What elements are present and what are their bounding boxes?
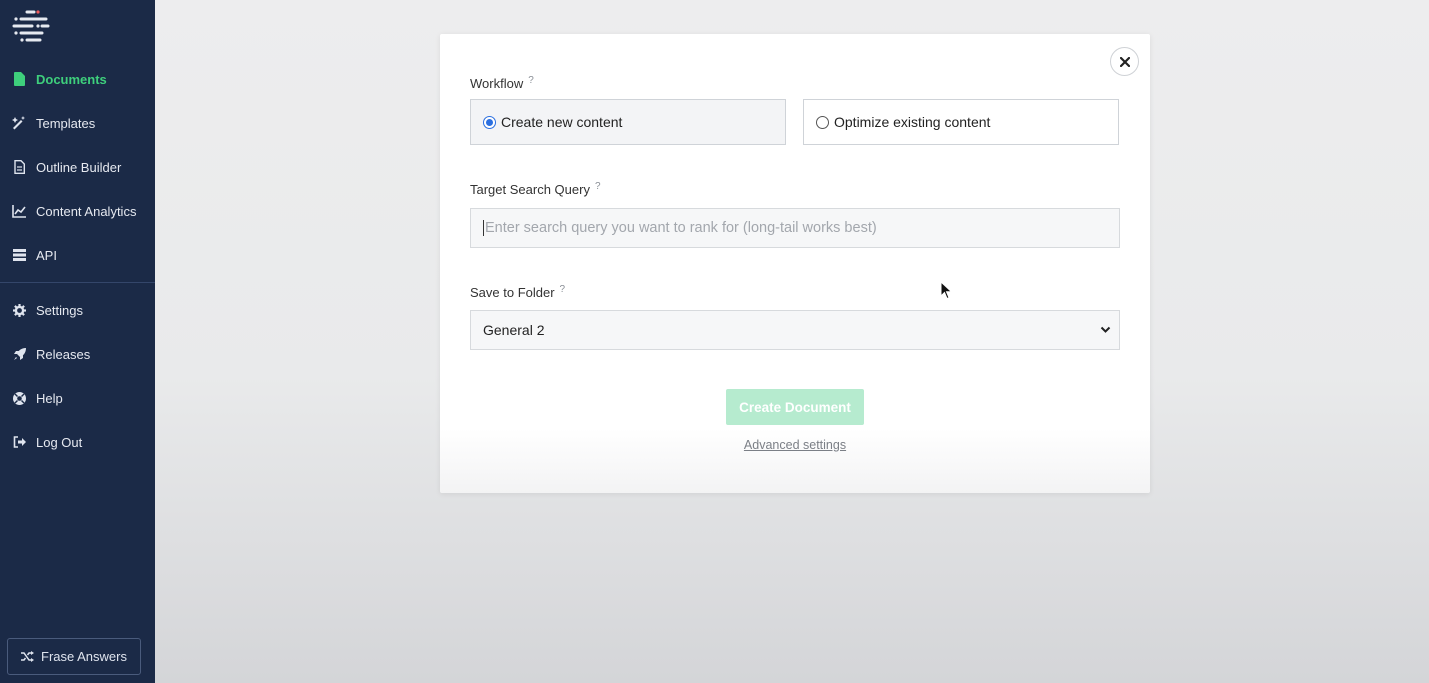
- sidebar-item-content-analytics[interactable]: Content Analytics: [0, 194, 155, 228]
- folder-label: Save to Folder?: [470, 284, 566, 300]
- document-outline-icon: [12, 160, 26, 174]
- workflow-label-text: Workflow: [470, 76, 524, 91]
- sidebar-item-releases[interactable]: Releases: [0, 337, 155, 371]
- frase-answers-label: Frase Answers: [41, 649, 127, 664]
- magic-wand-icon: [12, 116, 26, 130]
- shuffle-icon: [21, 651, 34, 662]
- text-caret: [483, 220, 484, 236]
- server-icon: [12, 248, 26, 262]
- close-button[interactable]: [1110, 47, 1139, 76]
- sidebar-item-log-out[interactable]: Log Out: [0, 425, 155, 459]
- sidebar-item-label: Documents: [36, 71, 107, 87]
- sidebar-item-label: Releases: [36, 346, 91, 362]
- radio-unchecked-icon[interactable]: [816, 115, 829, 129]
- folder-help-icon[interactable]: ?: [560, 284, 566, 295]
- query-help-icon[interactable]: ?: [595, 181, 601, 192]
- frase-answers-button[interactable]: Frase Answers: [7, 638, 141, 675]
- sidebar-item-label: Outline Builder: [36, 159, 122, 175]
- radio-checked-icon[interactable]: [483, 115, 496, 129]
- chevron-down-icon: [1100, 326, 1111, 333]
- workflow-help-icon[interactable]: ?: [528, 75, 534, 86]
- frase-logo[interactable]: [10, 8, 52, 48]
- sidebar-item-settings[interactable]: Settings: [0, 293, 155, 327]
- sidebar-item-help[interactable]: Help: [0, 381, 155, 415]
- folder-select[interactable]: General 2: [470, 310, 1120, 350]
- search-query-input[interactable]: Enter search query you want to rank for …: [470, 208, 1120, 248]
- rocket-icon: [12, 347, 26, 361]
- gear-icon: [12, 303, 26, 317]
- sidebar-item-label: Log Out: [36, 434, 83, 450]
- sidebar-item-label: Help: [36, 390, 63, 406]
- line-chart-icon: [12, 204, 26, 218]
- workflow-option-optimize[interactable]: Optimize existing content: [803, 99, 1119, 145]
- sidebar-item-label: API: [36, 247, 57, 263]
- new-document-modal: Workflow? Create new content Optimize ex…: [440, 34, 1150, 493]
- workflow-option-label: Optimize existing content: [834, 114, 991, 130]
- workflow-label: Workflow?: [470, 75, 534, 91]
- folder-select-value: General 2: [483, 322, 545, 338]
- sidebar-item-outline-builder[interactable]: Outline Builder: [0, 150, 155, 184]
- sidebar: Documents Templates Outline Builder Cont…: [0, 0, 155, 683]
- sidebar-item-label: Content Analytics: [36, 203, 137, 219]
- mouse-pointer-icon: [940, 281, 953, 300]
- workflow-option-label: Create new content: [501, 114, 623, 130]
- search-query-placeholder: Enter search query you want to rank for …: [485, 220, 877, 236]
- create-document-button[interactable]: Create Document: [726, 389, 864, 425]
- lifebuoy-icon: [12, 391, 26, 405]
- workflow-option-create[interactable]: Create new content: [470, 99, 786, 145]
- folder-label-text: Save to Folder: [470, 285, 555, 300]
- advanced-settings-link[interactable]: Advanced settings: [440, 438, 1150, 452]
- close-icon: [1119, 56, 1130, 67]
- query-label-text: Target Search Query: [470, 182, 590, 197]
- sidebar-item-api[interactable]: API: [0, 238, 155, 272]
- sidebar-item-templates[interactable]: Templates: [0, 106, 155, 140]
- file-icon: [12, 72, 26, 86]
- logout-icon: [12, 435, 26, 449]
- query-label: Target Search Query?: [470, 181, 601, 197]
- sidebar-divider: [0, 282, 155, 283]
- sidebar-item-label: Settings: [36, 302, 83, 318]
- sidebar-item-label: Templates: [36, 115, 96, 131]
- sidebar-item-documents[interactable]: Documents: [0, 62, 155, 96]
